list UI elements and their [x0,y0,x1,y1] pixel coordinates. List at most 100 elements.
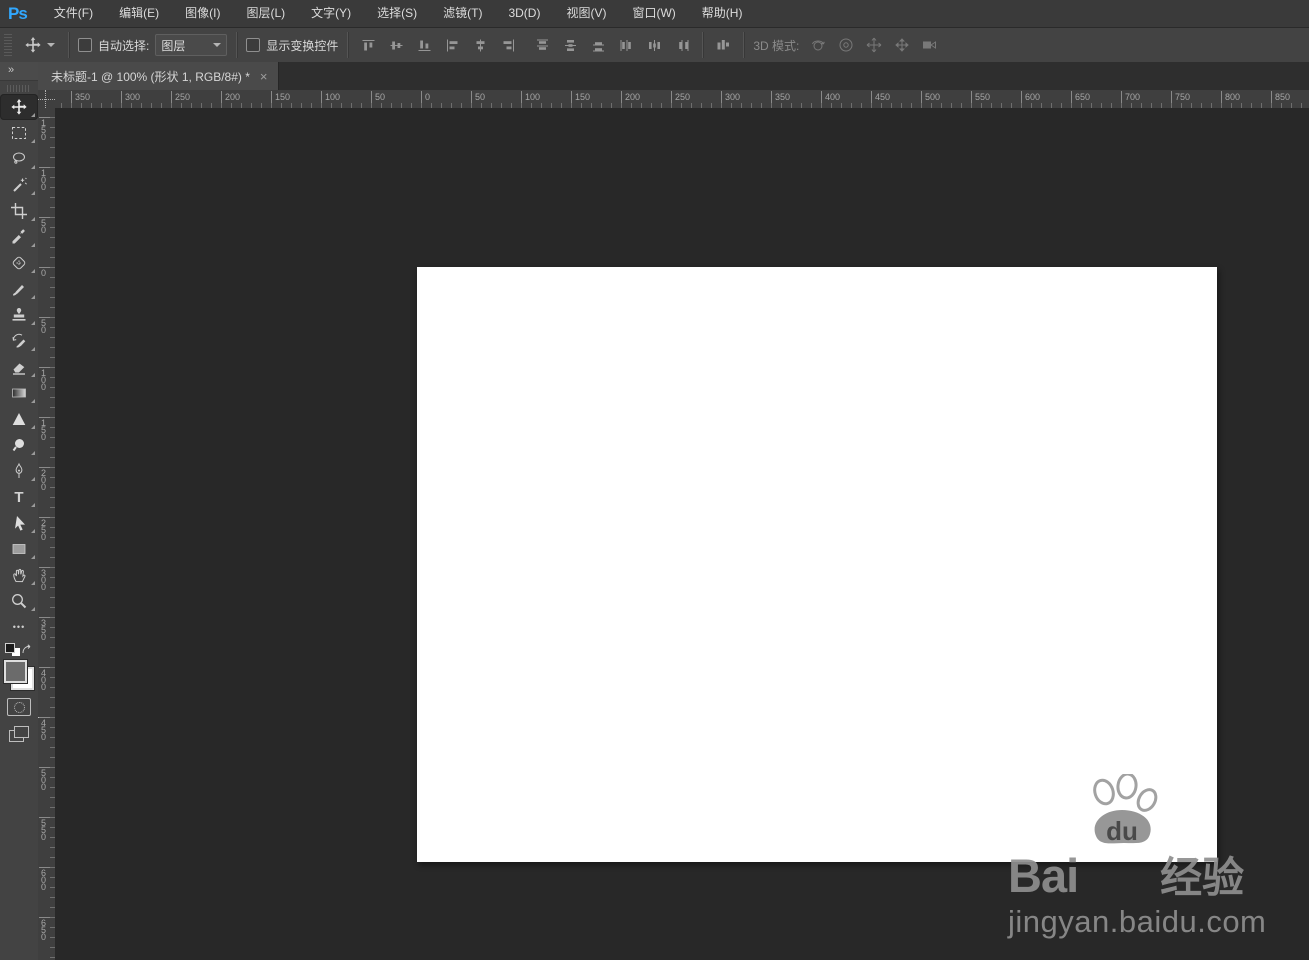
distribute-top-edges-button[interactable] [531,34,553,56]
menu-item-select[interactable]: 选择(S) [364,0,430,27]
align-vertical-centers-button[interactable] [385,34,407,56]
tool-pen[interactable] [0,458,38,484]
tool-history-brush[interactable] [0,328,38,354]
triangle-sharpen-icon [12,413,26,425]
menu-item-view[interactable]: 视图(V) [553,0,619,27]
distribute-horizontal-centers-button[interactable] [643,34,665,56]
align-horizontal-centers-button[interactable] [469,34,491,56]
separator [743,32,745,58]
screen-mode-button[interactable] [9,726,29,742]
3d-slide-camera-button[interactable] [891,34,913,56]
tool-path-selection[interactable] [0,510,38,536]
menu-item-type[interactable]: 文字(Y) [298,0,364,27]
separator [347,32,349,58]
tool-brush[interactable] [0,276,38,302]
flyout-indicator [31,165,35,169]
align-left-edges-button[interactable] [441,34,463,56]
tool-preset-move[interactable] [20,34,59,56]
flyout-indicator [31,217,35,221]
ruler-tick-label: 350 [771,91,790,108]
ruler-tick-label: 3 5 0 [39,617,55,642]
auto-align-layers-button[interactable] [712,34,734,56]
align-top-edges-button[interactable] [357,34,379,56]
menu-item-filter[interactable]: 滤镜(T) [430,0,495,27]
separator [68,32,69,58]
collapse-panel-button[interactable]: » [0,62,38,81]
menu-bar: Ps 文件(F) 编辑(E) 图像(I) 图层(L) 文字(Y) 选择(S) 滤… [0,0,1309,28]
ruler-tick-label: 5 0 [39,217,55,235]
show-transform-checkbox[interactable] [246,38,261,52]
distribute-left-edges-button[interactable] [615,34,637,56]
default-colors-button[interactable] [5,643,20,656]
ruler-tick-label: 0 [39,267,55,278]
3d-zoom-camera-button[interactable] [919,34,941,56]
flyout-indicator [31,373,35,377]
vertical-ruler[interactable]: 1 5 0 1 0 0 5 0 0 5 0 1 0 0 1 5 0 2 0 0 2 5 0 3 0… [38,108,56,960]
tool-gradient[interactable] [0,380,38,406]
auto-select-target-value: 图层 [161,38,186,53]
document-tab[interactable]: 未标题-1 @ 100% (形状 1, RGB/8#) * × [38,62,279,90]
menu-item-layer[interactable]: 图层(L) [233,0,298,27]
tool-sharpen[interactable] [0,406,38,432]
menu-item-image[interactable]: 图像(I) [172,0,233,27]
close-tab-icon[interactable]: × [260,70,268,83]
menu-item-help[interactable]: 帮助(H) [689,0,756,27]
align-bottom-edges-button[interactable] [413,34,435,56]
flyout-indicator [31,607,35,611]
align-right-edges-button[interactable] [497,34,519,56]
document-canvas[interactable] [417,267,1217,862]
distribute-vertical-centers-button[interactable] [559,34,581,56]
ruler-tick-label: 5 5 0 [39,817,55,842]
menu-item-3d[interactable]: 3D(D) [495,0,553,27]
document-tab-title: 未标题-1 @ 100% (形状 1, RGB/8#) * [51,69,250,84]
3d-roll-camera-button[interactable] [835,34,857,56]
tool-panel-grip[interactable] [7,83,31,93]
tool-horizontal-type[interactable]: T [0,484,38,510]
photoshop-logo: Ps [8,3,28,23]
ellipsis-icon: ••• [12,622,26,632]
tool-rectangle-shape[interactable] [0,536,38,562]
menu-item-edit[interactable]: 编辑(E) [106,0,172,27]
tool-quick-selection[interactable] [0,172,38,198]
tool-hand[interactable] [0,562,38,588]
tool-eyedropper[interactable] [0,224,38,250]
edit-toolbar-button[interactable]: ••• [0,614,38,640]
ruler-origin-corner[interactable] [38,90,56,109]
flyout-indicator [31,113,35,117]
distribute-bottom-edges-button[interactable] [587,34,609,56]
ruler-tick-label: 650 [1071,91,1090,108]
tool-eraser[interactable] [0,354,38,380]
horizontal-ruler[interactable]: 350 300 250 200 150 100 50 0 50 100 150 200 250 300 35… [55,90,1309,109]
tool-zoom[interactable] [0,588,38,614]
quick-mask-mode-button[interactable] [7,698,31,716]
tool-crop[interactable] [0,198,38,224]
ruler-tick-label: 450 [871,91,890,108]
ruler-tick-label: 5 0 0 [39,767,55,792]
auto-select-checkbox[interactable] [78,38,92,52]
ruler-tick-label: 2 5 0 [39,517,55,542]
default-foreground-black [5,643,15,653]
3d-rotate-camera-button[interactable] [807,34,829,56]
foreground-color-swatch[interactable] [4,660,27,683]
ruler-tick-label: 300 [721,91,740,108]
ruler-tick-label: 0 [421,91,430,108]
lasso-icon [13,152,25,164]
tool-move[interactable] [0,94,38,120]
tool-lasso[interactable] [0,146,38,172]
ruler-pointer-indicator [38,99,55,100]
3d-pan-camera-button[interactable] [863,34,885,56]
tool-rectangular-marquee[interactable] [0,120,38,146]
options-bar-grip[interactable] [4,34,12,56]
ruler-tick-label: 250 [171,91,190,108]
tool-spot-healing-brush[interactable] [0,250,38,276]
brush-icon [13,285,24,296]
tool-dodge[interactable] [0,432,38,458]
tool-clone-stamp[interactable] [0,302,38,328]
chevron-down-icon [213,43,222,47]
menu-item-window[interactable]: 窗口(W) [619,0,688,27]
swap-colors-icon[interactable] [20,643,33,656]
auto-select-target-dropdown[interactable]: 图层 [155,34,228,56]
distribute-right-edges-button[interactable] [671,34,693,56]
ruler-tick-label: 150 [571,91,590,108]
menu-item-file[interactable]: 文件(F) [41,0,106,27]
